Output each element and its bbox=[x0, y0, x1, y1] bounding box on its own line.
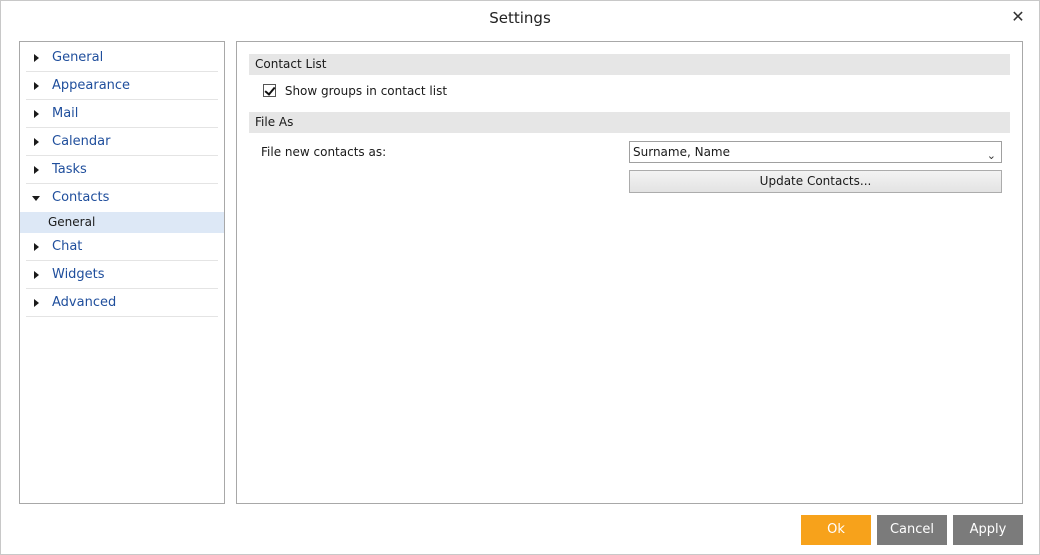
close-icon[interactable]: ✕ bbox=[1007, 6, 1029, 28]
nav-item-label: Appearance bbox=[52, 78, 131, 93]
nav-item-mail[interactable]: Mail bbox=[26, 100, 218, 128]
caret-right-icon bbox=[34, 110, 39, 118]
nav-item-label: Widgets bbox=[52, 267, 105, 282]
section-header-contact-list: Contact List bbox=[249, 54, 1010, 75]
caret-right-icon bbox=[34, 82, 39, 90]
caret-right-icon bbox=[34, 166, 39, 174]
nav-item-contacts[interactable]: Contacts bbox=[26, 184, 218, 212]
nav-item-general[interactable]: General bbox=[26, 44, 218, 72]
file-as-selected-value: Surname, Name bbox=[633, 145, 731, 159]
show-groups-label[interactable]: Show groups in contact list bbox=[285, 84, 447, 98]
show-groups-row: Show groups in contact list bbox=[263, 83, 447, 99]
file-as-label: File new contacts as: bbox=[261, 145, 387, 159]
nav-item-widgets[interactable]: Widgets bbox=[26, 261, 218, 289]
show-groups-checkbox[interactable] bbox=[263, 84, 276, 97]
section-header-file-as: File As bbox=[249, 112, 1010, 133]
nav-item-appearance[interactable]: Appearance bbox=[26, 72, 218, 100]
nav-item-label: Contacts bbox=[52, 190, 110, 205]
nav-item-label: Tasks bbox=[52, 162, 87, 177]
nav-item-label: Chat bbox=[52, 239, 83, 254]
nav-subitem-contacts-general[interactable]: General bbox=[20, 212, 224, 233]
nav-item-chat[interactable]: Chat bbox=[26, 233, 218, 261]
cancel-button[interactable]: Cancel bbox=[877, 515, 947, 545]
apply-button[interactable]: Apply bbox=[953, 515, 1023, 545]
caret-right-icon bbox=[34, 299, 39, 307]
nav-item-calendar[interactable]: Calendar bbox=[26, 128, 218, 156]
settings-content: Contact List Show groups in contact list… bbox=[236, 41, 1023, 504]
caret-right-icon bbox=[34, 271, 39, 279]
settings-window: Settings ✕ General Appearance Mail Calen… bbox=[0, 0, 1040, 555]
nav-item-tasks[interactable]: Tasks bbox=[26, 156, 218, 184]
nav-item-label: General bbox=[52, 50, 104, 65]
nav-item-label: Calendar bbox=[52, 134, 111, 149]
caret-right-icon bbox=[34, 54, 39, 62]
window-title: Settings bbox=[489, 9, 551, 27]
chevron-down-icon: ⌄ bbox=[986, 149, 996, 162]
nav-item-advanced[interactable]: Advanced bbox=[26, 289, 218, 317]
update-contacts-button[interactable]: Update Contacts... bbox=[629, 170, 1002, 193]
caret-right-icon bbox=[34, 243, 39, 251]
nav-item-label: Advanced bbox=[52, 295, 117, 310]
file-as-dropdown[interactable]: Surname, Name ⌄ bbox=[629, 141, 1002, 163]
caret-right-icon bbox=[34, 138, 39, 146]
nav-subitem-label: General bbox=[48, 215, 96, 229]
nav-item-label: Mail bbox=[52, 106, 79, 121]
caret-down-icon bbox=[32, 196, 40, 201]
ok-button[interactable]: Ok bbox=[801, 515, 871, 545]
settings-nav: General Appearance Mail Calendar Tasks C… bbox=[19, 41, 225, 504]
